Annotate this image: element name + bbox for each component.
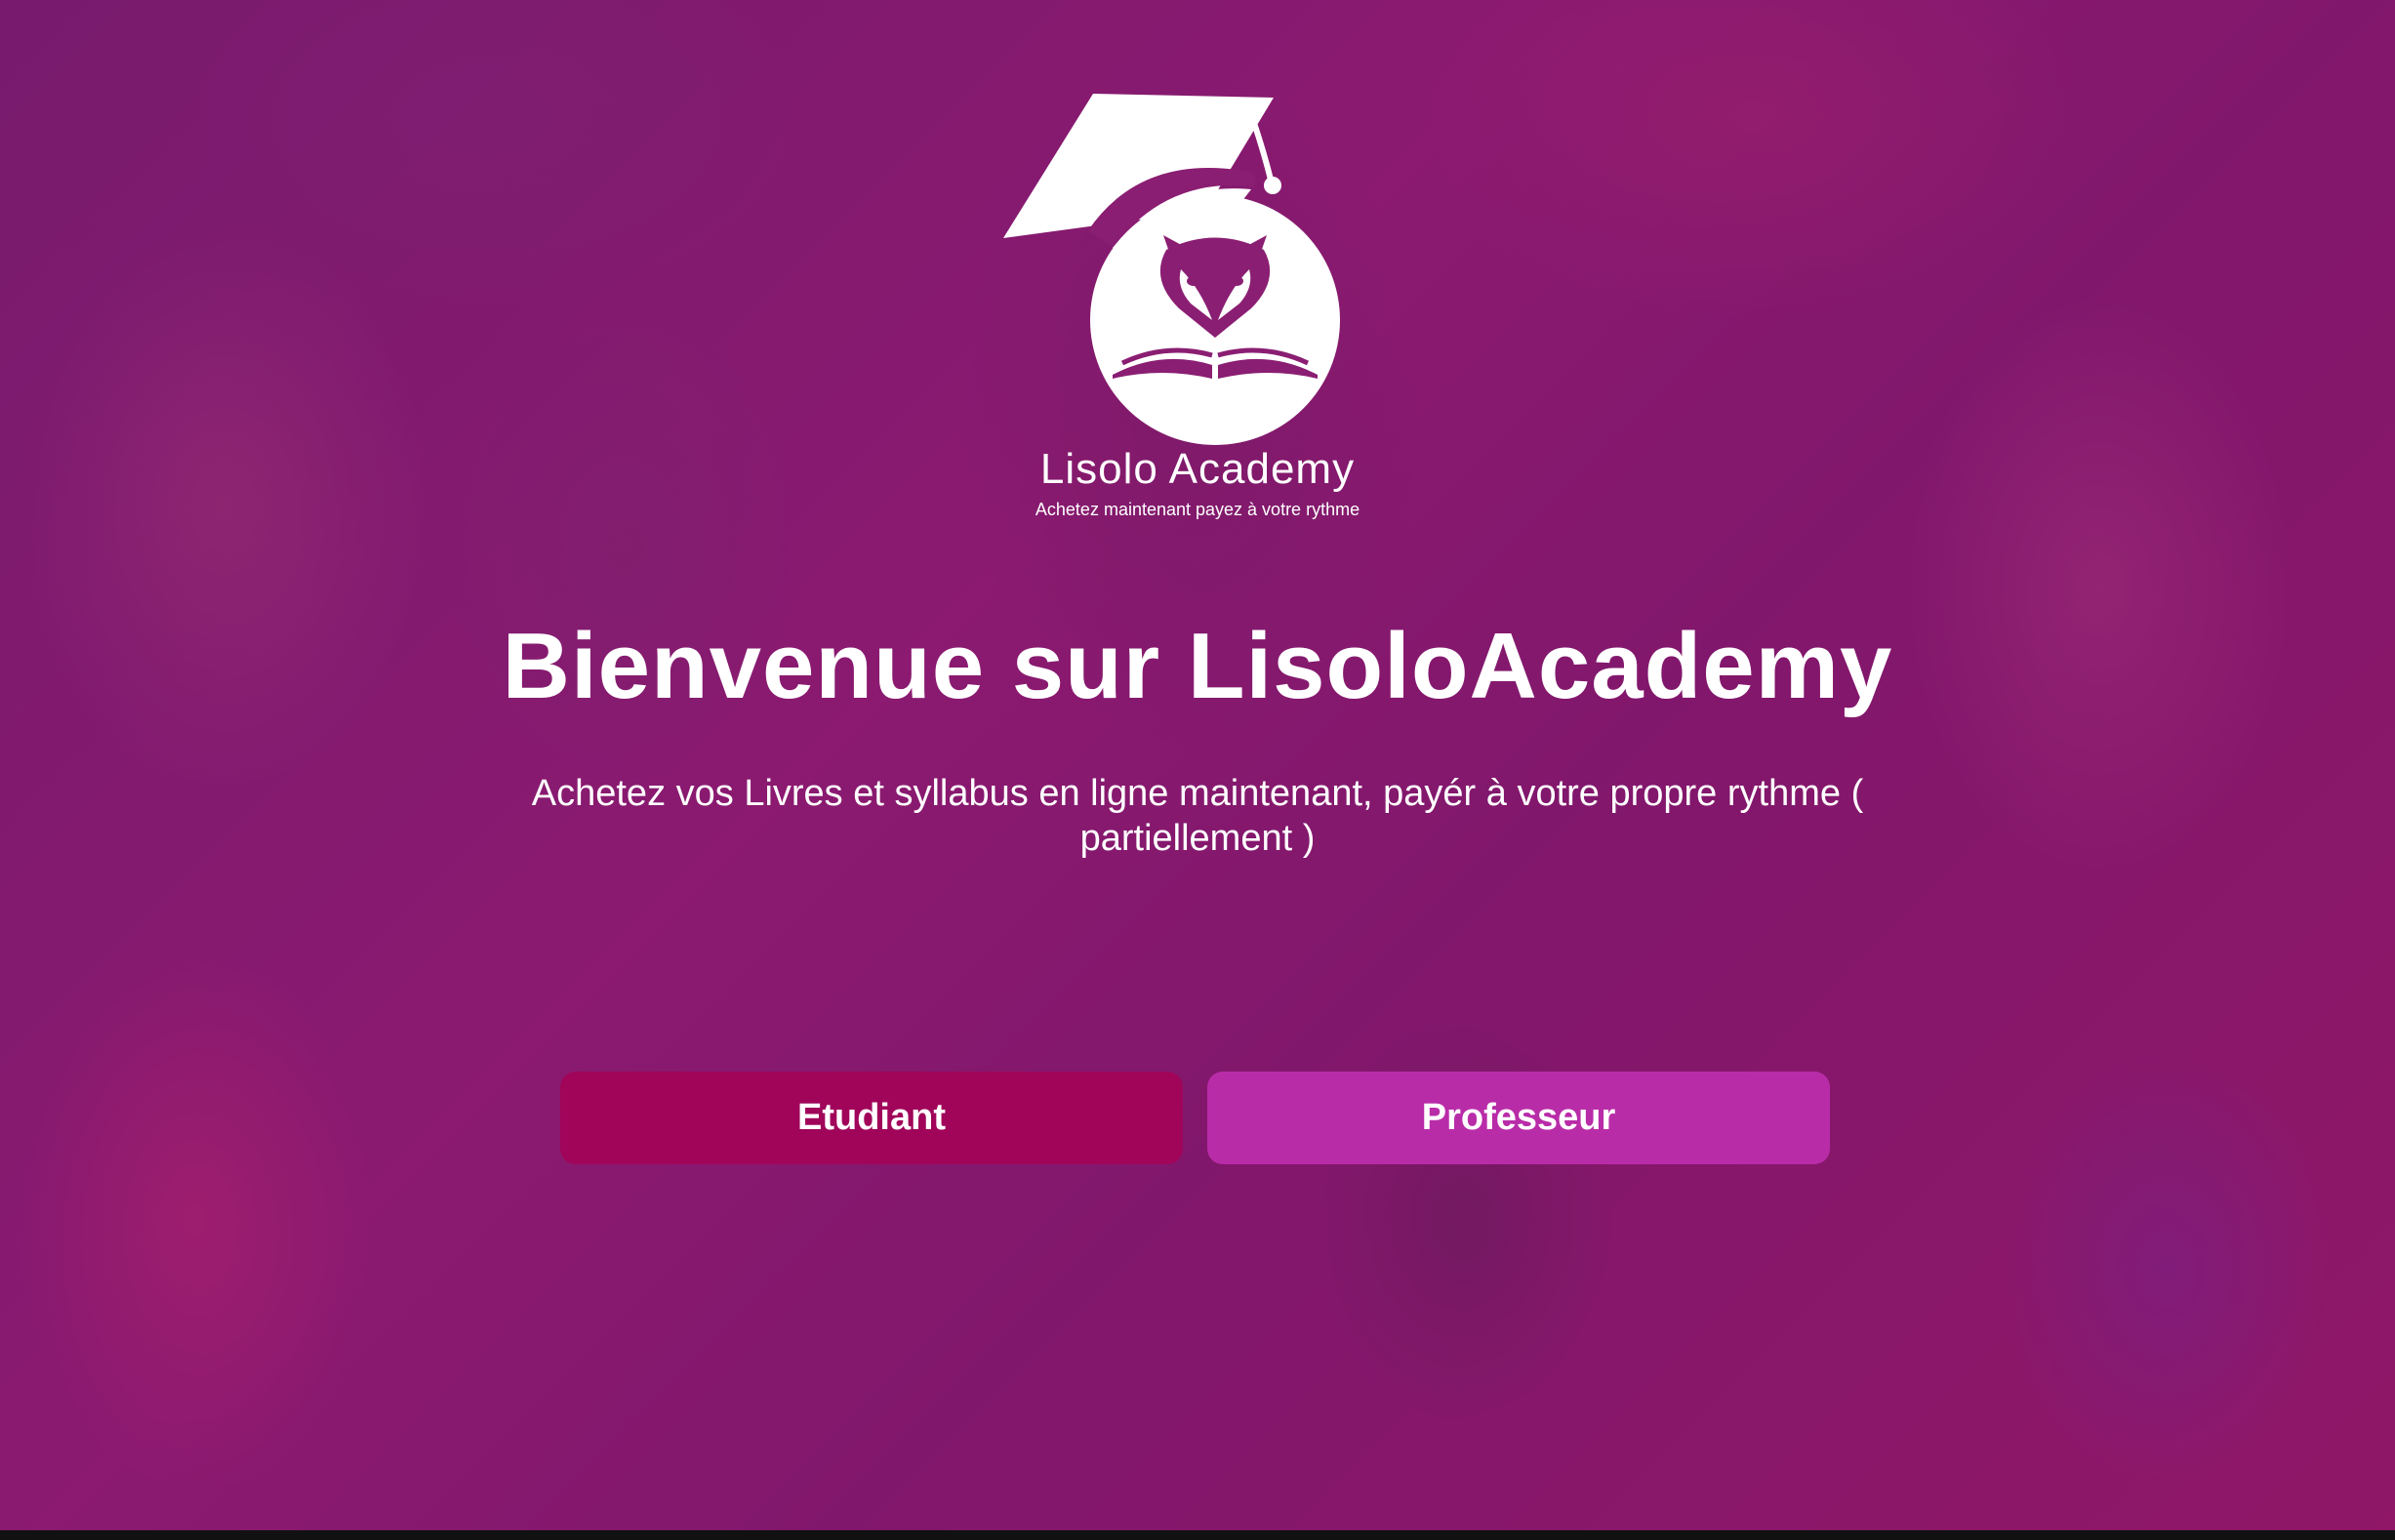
bottom-edge-bar	[0, 1530, 2395, 1540]
page-subtitle: Achetez vos Livres et syllabus en ligne …	[531, 773, 1864, 859]
teacher-button[interactable]: Professeur	[1207, 1072, 1830, 1164]
brand-tagline: Achetez maintenant payez à votre rythme	[1035, 500, 1360, 519]
logo-icon	[1003, 94, 1340, 445]
page-title: Bienvenue sur LisoloAcademy	[502, 614, 1893, 718]
student-button[interactable]: Etudiant	[560, 1072, 1183, 1164]
welcome-page: Lisolo Academy Achetez maintenant payez …	[0, 0, 2395, 1540]
brand-name: Lisolo Academy	[1039, 445, 1356, 493]
welcome-content: Lisolo Academy Achetez maintenant payez …	[0, 0, 2395, 1540]
